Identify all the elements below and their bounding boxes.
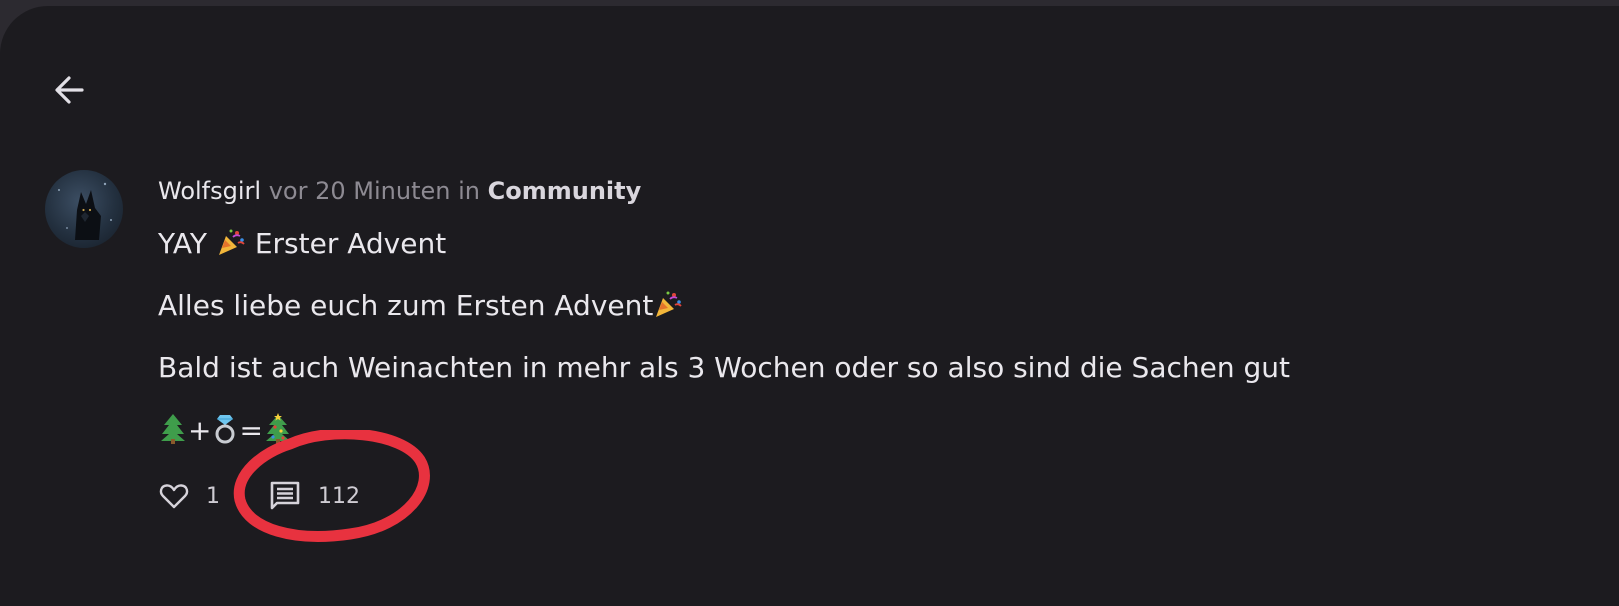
post-line-emojis: + = [158, 412, 293, 453]
ring-icon [211, 412, 239, 453]
in-label: in [458, 177, 480, 205]
party-popper-icon [216, 227, 246, 266]
line-text: Alles liebe euch zum Ersten Advent [158, 289, 654, 322]
community-link[interactable]: Community [488, 177, 642, 205]
post-detail-panel: Wolfsgirl vor 20 Minuten in Community YA… [0, 6, 1619, 606]
like-button[interactable]: 1 [158, 480, 220, 512]
comment-count: 112 [318, 483, 360, 509]
wolf-avatar [58, 182, 112, 240]
avatar[interactable] [45, 170, 123, 248]
like-count: 1 [206, 483, 220, 509]
line-text: Bald ist auch Weinachten in mehr als 3 W… [158, 351, 1291, 384]
post-time: vor 20 Minuten [268, 177, 451, 205]
post-line: YAY Erster Advent [158, 226, 446, 266]
equals-sign: = [239, 414, 263, 447]
heart-icon [159, 484, 189, 509]
post-meta: Wolfsgirl vor 20 Minuten in Community [158, 174, 1558, 208]
line-text: YAY [158, 227, 216, 260]
post: Wolfsgirl vor 20 Minuten in Community YA… [158, 174, 1558, 447]
arrow-left-icon [55, 76, 84, 104]
christmas-tree-icon [263, 412, 293, 453]
party-popper-icon [653, 289, 683, 328]
comment-button[interactable]: 112 [268, 479, 360, 513]
author-name[interactable]: Wolfsgirl [158, 177, 261, 205]
plus-sign: + [188, 414, 212, 447]
evergreen-tree-icon [158, 412, 188, 453]
comment-icon [270, 481, 300, 510]
post-actions: 1 112 [158, 476, 360, 516]
post-line: Alles liebe euch zum Ersten Advent [158, 288, 683, 328]
post-line: Bald ist auch Weinachten in mehr als 3 W… [158, 350, 1290, 386]
back-button[interactable] [48, 68, 92, 112]
line-text-after: Erster Advent [245, 227, 447, 260]
